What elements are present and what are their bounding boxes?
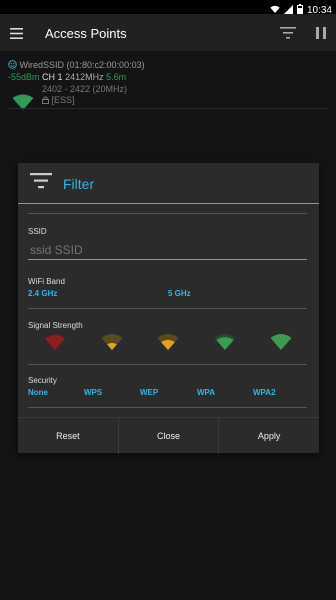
apply-button[interactable]: Apply: [219, 418, 319, 454]
ap-range: 2402 - 2422 (20MHz): [42, 84, 128, 94]
ssid-input[interactable]: [28, 241, 307, 260]
filter-dialog: Filter SSID WiFi Band 2.4 GHz 5 GHz Sign…: [18, 163, 319, 454]
page-title: Access Points: [45, 26, 127, 41]
signal-level-2-icon[interactable]: [101, 333, 123, 355]
security-option-wpa[interactable]: WPA: [197, 388, 215, 397]
band-option-2-4ghz[interactable]: 2.4 GHz: [28, 289, 57, 298]
security-option-none[interactable]: None: [28, 388, 48, 397]
ap-title-line: WiredSSID (01:80:c2:00:00:03): [8, 60, 145, 70]
divider: [28, 213, 307, 214]
close-button[interactable]: Close: [119, 418, 220, 454]
security-option-wep[interactable]: WEP: [140, 388, 158, 397]
pause-icon[interactable]: [316, 26, 326, 44]
dialog-title: Filter: [63, 176, 95, 192]
lock-icon: [42, 95, 52, 105]
divider: [28, 407, 307, 408]
menu-icon[interactable]: [10, 26, 23, 44]
security-option-wpa2[interactable]: WPA2: [253, 388, 276, 397]
wifi-signal-icon: [12, 94, 34, 115]
ap-security-line: [ESS]: [42, 95, 75, 105]
app-bar: Access Points: [0, 14, 336, 51]
list-divider: [8, 108, 328, 109]
ssid-label: SSID: [28, 227, 47, 236]
signal-strength-label: Signal Strength: [28, 321, 83, 330]
reset-button[interactable]: Reset: [18, 418, 119, 454]
security-option-wps[interactable]: WPS: [84, 388, 102, 397]
status-bar: 10:34: [0, 0, 336, 16]
filter-icon: [30, 173, 52, 194]
ap-rssi: -55dBm: [8, 72, 40, 82]
list-item[interactable]: WiredSSID (01:80:c2:00:00:03) -55dBm CH …: [8, 60, 328, 110]
ap-name: WiredSSID (01:80:c2:00:00:03): [19, 60, 145, 70]
dialog-header: Filter: [18, 163, 319, 204]
ap-stats-line: -55dBm CH 1 2412MHz 5.6m: [8, 72, 126, 82]
wifi-band-label: WiFi Band: [28, 277, 65, 286]
ap-security: [ESS]: [51, 95, 75, 105]
ap-frequency: 2412MHz: [65, 72, 104, 82]
signal-level-1-icon[interactable]: [44, 333, 66, 355]
security-label: Security: [28, 376, 57, 385]
smiley-icon: [8, 60, 20, 70]
signal-level-3-icon[interactable]: [157, 333, 179, 355]
dialog-actions: Reset Close Apply: [18, 417, 319, 454]
filter-icon[interactable]: [280, 26, 296, 44]
ap-distance: 5.6m: [106, 72, 127, 82]
ap-channel: CH 1: [42, 72, 63, 82]
signal-level-5-icon[interactable]: [270, 333, 292, 355]
navigation-bar: [0, 560, 336, 600]
divider: [28, 308, 307, 309]
signal-level-4-icon[interactable]: [214, 333, 236, 355]
band-option-5ghz[interactable]: 5 GHz: [168, 289, 191, 298]
divider: [28, 364, 307, 365]
